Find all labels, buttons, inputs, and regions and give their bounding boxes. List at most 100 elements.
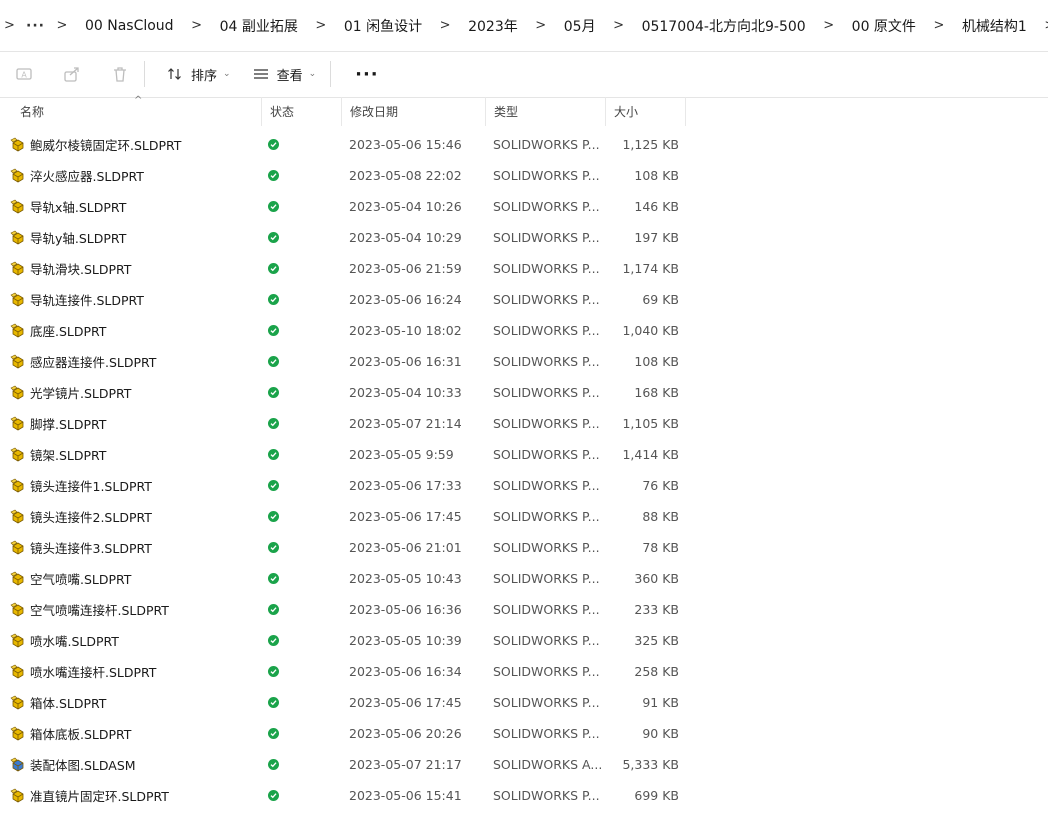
file-row[interactable]: 准直镜片固定环.SLDPRT 2023-05-06 15:41 SOLIDWORKS… bbox=[0, 780, 686, 811]
sync-ok-icon bbox=[268, 604, 279, 615]
chevron-right-icon[interactable]: > bbox=[180, 18, 214, 33]
chevron-down-icon: ⌄ bbox=[223, 69, 231, 79]
file-row[interactable]: 导轨连接件.SLDPRT 2023-05-06 16:24 SOLIDWORKS P… bbox=[0, 284, 686, 315]
status-cell bbox=[262, 418, 342, 429]
column-type[interactable]: 类型 bbox=[486, 97, 606, 126]
share-button[interactable] bbox=[48, 51, 96, 97]
file-row[interactable]: 装配体图.SLDASM 2023-05-07 21:17 SOLIDWORKS A.… bbox=[0, 749, 686, 780]
sync-ok-icon bbox=[268, 263, 279, 274]
solidworks-part-icon bbox=[10, 447, 24, 461]
breadcrumb-item[interactable]: 01 闲鱼设计 bbox=[338, 16, 428, 36]
column-status[interactable]: 状态 bbox=[262, 97, 342, 126]
trash-icon bbox=[114, 67, 126, 82]
file-row[interactable]: 脚撑.SLDPRT 2023-05-07 21:14 SOLIDWORKS P...… bbox=[0, 408, 686, 439]
file-name-cell: 导轨x轴.SLDPRT bbox=[0, 197, 262, 216]
column-name[interactable]: ^ 名称 bbox=[0, 95, 262, 126]
file-size: 1,414 KB bbox=[622, 447, 679, 462]
solidworks-assembly-icon bbox=[10, 757, 24, 771]
breadcrumb-item[interactable]: 2023年 bbox=[462, 16, 524, 36]
solidworks-part-icon bbox=[10, 199, 24, 213]
file-row[interactable]: 光学镜片.SLDPRT 2023-05-04 10:33 SOLIDWORKS P.… bbox=[0, 377, 686, 408]
breadcrumb-item[interactable]: 机械结构1 bbox=[956, 16, 1033, 36]
file-name: 空气喷嘴.SLDPRT bbox=[30, 572, 132, 587]
status-cell bbox=[262, 480, 342, 491]
status-cell bbox=[262, 728, 342, 739]
file-name: 镜头连接件2.SLDPRT bbox=[30, 510, 152, 525]
chevron-right-icon[interactable]: > bbox=[812, 18, 846, 33]
file-size: 325 KB bbox=[634, 633, 679, 648]
file-type: SOLIDWORKS P... bbox=[493, 540, 600, 555]
file-row[interactable]: 底座.SLDPRT 2023-05-10 18:02 SOLIDWORKS P...… bbox=[0, 315, 686, 346]
file-row[interactable]: 箱体.SLDPRT 2023-05-06 17:45 SOLIDWORKS P...… bbox=[0, 687, 686, 718]
file-type: SOLIDWORKS P... bbox=[493, 261, 600, 276]
rename-icon: A bbox=[16, 68, 32, 80]
file-row[interactable]: 导轨x轴.SLDPRT 2023-05-04 10:26 SOLIDWORKS P.… bbox=[0, 191, 686, 222]
sort-label: 排序 bbox=[191, 68, 218, 84]
sync-ok-icon bbox=[268, 511, 279, 522]
chevron-right-icon[interactable]: > bbox=[1033, 18, 1048, 33]
column-modified[interactable]: 修改日期 bbox=[342, 97, 486, 126]
file-type: SOLIDWORKS P... bbox=[493, 199, 600, 214]
breadcrumb-item[interactable]: 04 副业拓展 bbox=[214, 16, 304, 36]
sort-button[interactable]: 排序 ⌄ bbox=[159, 57, 239, 91]
chevron-right-icon[interactable]: > bbox=[602, 18, 636, 33]
file-size: 88 KB bbox=[642, 509, 679, 524]
breadcrumb-item[interactable]: 00 NasCloud bbox=[79, 18, 180, 34]
file-row[interactable]: 镜架.SLDPRT 2023-05-05 9:59 SOLIDWORKS P... 1… bbox=[0, 439, 686, 470]
view-button[interactable]: 查看 ⌄ bbox=[245, 57, 325, 91]
file-row[interactable]: 镜头连接件1.SLDPRT 2023-05-06 17:33 SOLIDWORKS … bbox=[0, 470, 686, 501]
breadcrumb-item[interactable]: 00 原文件 bbox=[846, 16, 922, 36]
solidworks-part-icon bbox=[10, 416, 24, 430]
file-row[interactable]: 箱体底板.SLDPRT 2023-05-06 20:26 SOLIDWORKS P.… bbox=[0, 718, 686, 749]
modified-date: 2023-05-05 10:43 bbox=[349, 571, 462, 586]
breadcrumb-item[interactable]: 0517004-北方向北9-500 bbox=[636, 16, 812, 36]
chevron-right-icon[interactable]: > bbox=[0, 18, 26, 33]
status-cell bbox=[262, 325, 342, 336]
modified-date: 2023-05-05 10:39 bbox=[349, 633, 462, 648]
sync-ok-icon bbox=[268, 418, 279, 429]
file-row[interactable]: 导轨滑块.SLDPRT 2023-05-06 21:59 SOLIDWORKS P.… bbox=[0, 253, 686, 284]
file-row[interactable]: 感应器连接件.SLDPRT 2023-05-06 16:31 SOLIDWORKS … bbox=[0, 346, 686, 377]
file-row[interactable]: 空气喷嘴.SLDPRT 2023-05-05 10:43 SOLIDWORKS P.… bbox=[0, 563, 686, 594]
file-list: 鲍威尔棱镜固定环.SLDPRT 2023-05-06 15:46 SOLIDWORK… bbox=[0, 129, 686, 811]
chevron-right-icon[interactable]: > bbox=[524, 18, 558, 33]
breadcrumb-item[interactable]: 05月 bbox=[558, 16, 602, 36]
file-name-cell: 脚撑.SLDPRT bbox=[0, 414, 262, 433]
file-name: 装配体图.SLDASM bbox=[30, 758, 136, 773]
file-type: SOLIDWORKS P... bbox=[493, 726, 600, 741]
file-type: SOLIDWORKS P... bbox=[493, 571, 600, 586]
column-name-label: 名称 bbox=[20, 105, 45, 119]
file-name-cell: 箱体底板.SLDPRT bbox=[0, 724, 262, 743]
file-type: SOLIDWORKS P... bbox=[493, 416, 600, 431]
file-row[interactable]: 喷水嘴.SLDPRT 2023-05-05 10:39 SOLIDWORKS P..… bbox=[0, 625, 686, 656]
solidworks-part-icon bbox=[10, 137, 24, 151]
file-name: 箱体.SLDPRT bbox=[30, 696, 107, 711]
chevron-right-icon[interactable]: > bbox=[428, 18, 462, 33]
file-name-cell: 感应器连接件.SLDPRT bbox=[0, 352, 262, 371]
file-row[interactable]: 鲍威尔棱镜固定环.SLDPRT 2023-05-06 15:46 SOLIDWORK… bbox=[0, 129, 686, 160]
sync-ok-icon bbox=[268, 666, 279, 677]
chevron-right-icon[interactable]: > bbox=[304, 18, 338, 33]
file-type: SOLIDWORKS P... bbox=[493, 509, 600, 524]
file-type: SOLIDWORKS P... bbox=[493, 602, 600, 617]
file-row[interactable]: 空气喷嘴连接杆.SLDPRT 2023-05-06 16:36 SOLIDWORKS… bbox=[0, 594, 686, 625]
status-cell bbox=[262, 170, 342, 181]
more-options-button[interactable]: ··· bbox=[355, 64, 379, 85]
chevron-right-icon[interactable]: > bbox=[45, 18, 79, 33]
file-name: 镜架.SLDPRT bbox=[30, 448, 107, 463]
solidworks-part-icon bbox=[10, 323, 24, 337]
status-cell bbox=[262, 232, 342, 243]
file-row[interactable]: 镜头连接件2.SLDPRT 2023-05-06 17:45 SOLIDWORKS … bbox=[0, 501, 686, 532]
file-row[interactable]: 镜头连接件3.SLDPRT 2023-05-06 21:01 SOLIDWORKS … bbox=[0, 532, 686, 563]
delete-button[interactable] bbox=[96, 51, 144, 97]
chevron-right-icon[interactable]: > bbox=[922, 18, 956, 33]
sort-ascending-icon: ^ bbox=[134, 95, 143, 106]
column-size[interactable]: 大小 bbox=[606, 97, 686, 126]
file-row[interactable]: 淬火感应器.SLDPRT 2023-05-08 22:02 SOLIDWORKS P… bbox=[0, 160, 686, 191]
sync-ok-icon bbox=[268, 232, 279, 243]
file-row[interactable]: 喷水嘴连接杆.SLDPRT 2023-05-06 16:34 SOLIDWORKS … bbox=[0, 656, 686, 687]
file-name: 空气喷嘴连接杆.SLDPRT bbox=[30, 603, 169, 618]
more-locations-button[interactable]: ··· bbox=[26, 18, 45, 34]
rename-button[interactable]: A bbox=[0, 51, 48, 97]
file-row[interactable]: 导轨y轴.SLDPRT 2023-05-04 10:29 SOLIDWORKS P.… bbox=[0, 222, 686, 253]
